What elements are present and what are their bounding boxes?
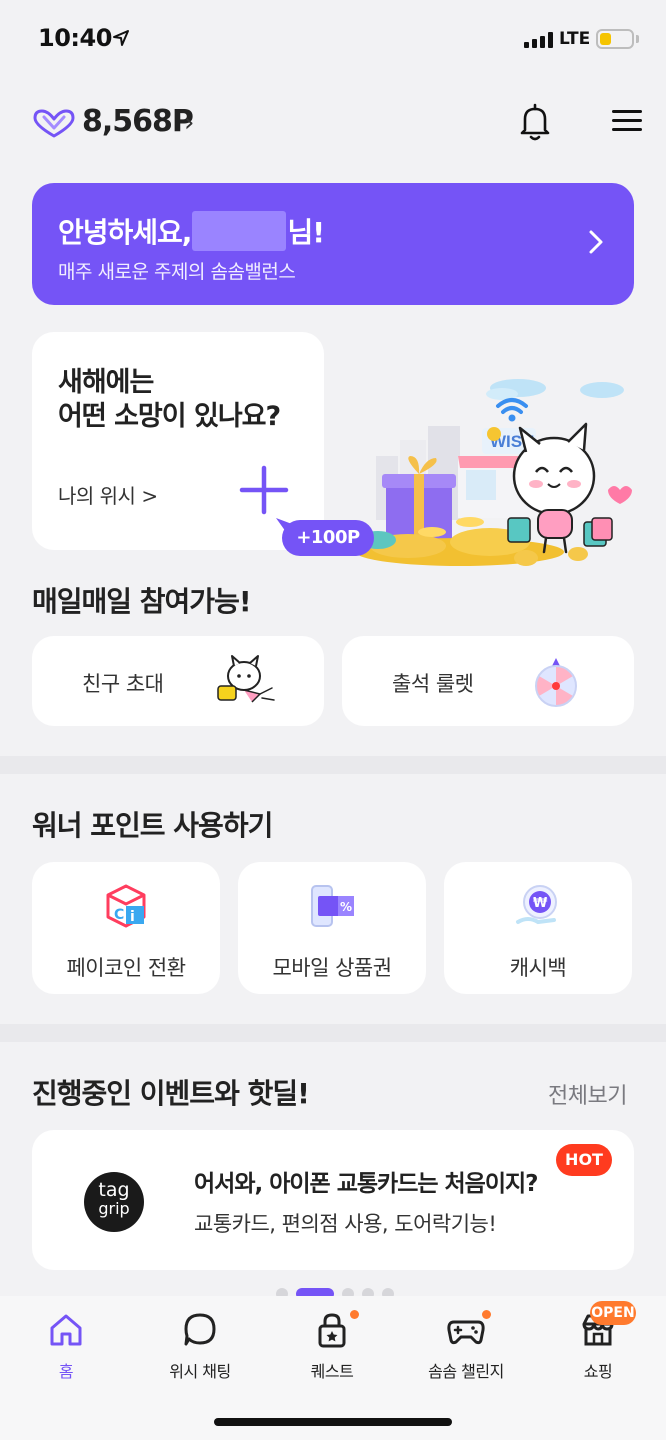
event-headline: 어서와, 아이폰 교통카드는 처음이지? bbox=[194, 1171, 539, 1197]
svg-text:₩: ₩ bbox=[533, 896, 548, 911]
see-all-link[interactable]: 전체보기 bbox=[548, 1078, 627, 1110]
hot-badge: HOT bbox=[556, 1144, 612, 1176]
tab-somsom-challenge-label: 솜솜 챌린지 bbox=[428, 1362, 504, 1381]
network-type: LTE bbox=[559, 29, 591, 49]
attendance-roulette-button[interactable]: 출석 룰렛 bbox=[342, 636, 634, 726]
taggrip-logo-line2: grip bbox=[98, 1199, 130, 1218]
quest-lock-icon bbox=[318, 1313, 346, 1348]
greeting-title-prefix: 안녕하세요, bbox=[58, 216, 192, 249]
taggrip-logo-line1: tag bbox=[98, 1179, 130, 1201]
home-indicator bbox=[214, 1418, 452, 1426]
cashback-button[interactable]: ₩ 캐시백 bbox=[444, 862, 632, 994]
invite-friend-button[interactable]: 친구 초대 bbox=[32, 636, 324, 726]
greeting-banner[interactable]: 안녕하세요, 님! 매주 새로운 주제의 솜솜밸런스 bbox=[32, 183, 634, 305]
greeting-subtitle: 매주 새로운 주제의 솜솜밸런스 bbox=[58, 261, 296, 283]
tab-quest[interactable]: 퀘스트 bbox=[266, 1310, 398, 1382]
shopping-open-badge: OPEN bbox=[590, 1301, 636, 1325]
section-divider bbox=[0, 1024, 666, 1042]
battery-fill bbox=[600, 33, 611, 45]
greeting-title-suffix: 님! bbox=[287, 216, 325, 249]
quest-notification-dot bbox=[350, 1310, 359, 1319]
tab-wish-chat-label: 위시 채팅 bbox=[169, 1362, 231, 1381]
invite-friend-label: 친구 초대 bbox=[82, 672, 164, 696]
events-section-title: 진행중인 이벤트와 핫딜! bbox=[32, 1077, 310, 1110]
event-description: 교통카드, 편의점 사용, 도어락기능! bbox=[194, 1212, 497, 1236]
mobile-voucher-button[interactable]: % 모바일 상품권 bbox=[238, 862, 426, 994]
cashback-label: 캐시백 bbox=[509, 956, 567, 980]
battery-icon bbox=[596, 29, 634, 49]
home-icon bbox=[50, 1314, 82, 1346]
svg-text:%: % bbox=[340, 900, 352, 914]
gamepad-icon bbox=[447, 1320, 485, 1345]
my-wish-link[interactable]: 나의 위시 > bbox=[58, 480, 158, 509]
roulette-wheel-icon bbox=[535, 658, 577, 707]
tab-home[interactable]: 홈 bbox=[0, 1310, 132, 1382]
daily-section-title: 매일매일 참여가능! bbox=[32, 585, 252, 618]
greeting-title: 안녕하세요, 님! bbox=[58, 211, 325, 251]
status-time: 10:40 bbox=[38, 24, 112, 52]
blurred-username bbox=[192, 211, 287, 251]
svg-text:C: C bbox=[114, 907, 124, 923]
chevron-right-icon bbox=[589, 230, 603, 254]
challenge-notification-dot bbox=[482, 1310, 491, 1319]
tab-home-label: 홈 bbox=[58, 1362, 74, 1381]
friend-character-icon bbox=[217, 655, 275, 703]
use-points-section-title: 워너 포인트 사용하기 bbox=[32, 809, 273, 842]
wish-shop-illustration: WISH bbox=[356, 379, 632, 566]
location-arrow-icon bbox=[113, 30, 129, 46]
tab-wish-chat[interactable]: 위시 채팅 bbox=[134, 1310, 266, 1382]
paycoin-cube-icon: i C bbox=[106, 884, 146, 928]
section-divider bbox=[0, 756, 666, 774]
chat-bubble-icon bbox=[184, 1313, 216, 1346]
hamburger-menu-icon[interactable] bbox=[612, 110, 642, 134]
points-chevron-icon[interactable]: › bbox=[184, 108, 194, 138]
points-balance[interactable]: 8,568P bbox=[82, 104, 194, 139]
paycoin-convert-label: 페이코인 전환 bbox=[66, 956, 186, 980]
wish-bonus-badge: +100P bbox=[282, 520, 374, 556]
mobile-voucher-icon: % bbox=[311, 885, 354, 927]
add-wish-plus-icon[interactable] bbox=[238, 464, 290, 516]
tab-quest-label: 퀘스트 bbox=[310, 1362, 354, 1381]
svg-text:i: i bbox=[130, 909, 135, 925]
cashback-won-icon: ₩ bbox=[516, 885, 557, 925]
wanner-logo-icon[interactable] bbox=[32, 108, 76, 138]
tab-shopping-label: 쇼핑 bbox=[583, 1362, 613, 1381]
signal-icon bbox=[524, 32, 553, 48]
battery-cap bbox=[636, 35, 639, 43]
wish-question-line2: 어떤 소망이 있나요? bbox=[58, 401, 281, 432]
taggrip-logo: tag grip bbox=[84, 1172, 144, 1232]
tab-somsom-challenge[interactable]: 솜솜 챌린지 bbox=[400, 1310, 532, 1382]
paycoin-convert-button[interactable]: i C 페이코인 전환 bbox=[32, 862, 220, 994]
notification-bell-icon[interactable] bbox=[518, 102, 552, 142]
mobile-voucher-label: 모바일 상품권 bbox=[272, 956, 392, 980]
attendance-roulette-label: 출석 룰렛 bbox=[392, 672, 474, 696]
event-card[interactable]: tag grip 어서와, 아이폰 교통카드는 처음이지? 교통카드, 편의점 … bbox=[32, 1130, 634, 1270]
